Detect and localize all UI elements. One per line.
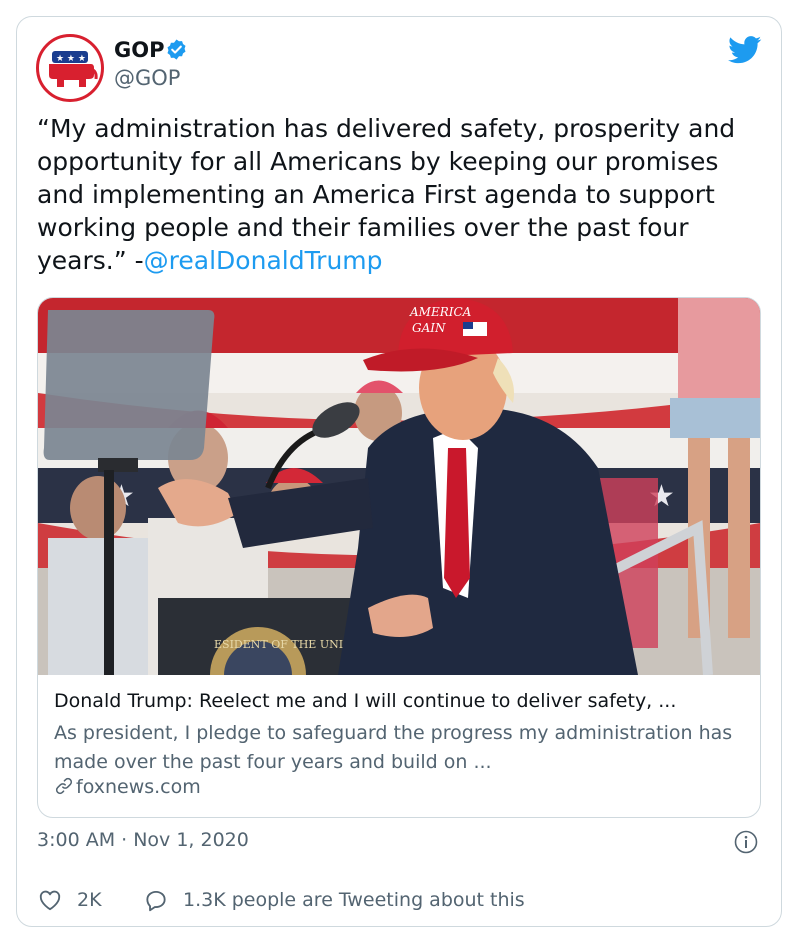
avatar[interactable]: ★ ★ ★ xyxy=(36,34,104,102)
tweet-body: “My administration has delivered safety,… xyxy=(37,114,736,275)
link-description: As president, I pledge to safeguard the … xyxy=(54,722,733,773)
tweet-text: “My administration has delivered safety,… xyxy=(37,112,765,277)
tweeting-count: 1.3K people are Tweeting about this xyxy=(183,889,525,911)
twitter-bird-icon[interactable] xyxy=(728,36,762,64)
speech-bubble-icon xyxy=(146,890,166,912)
like-count: 2K xyxy=(77,889,102,911)
handle[interactable]: @GOP xyxy=(114,66,180,90)
seal-text: ESIDENT OF THE UNI xyxy=(214,638,343,651)
link-preview-card[interactable]: ★★ ★★ ★ xyxy=(37,297,761,818)
article-image: ★★ ★★ ★ xyxy=(38,298,760,675)
display-name[interactable]: GOP xyxy=(114,38,164,62)
link-title[interactable]: Donald Trump: Reelect me and I will cont… xyxy=(54,690,676,712)
hat-text-line1: AMERICA xyxy=(409,305,472,319)
svg-text:★ ★ ★: ★ ★ ★ xyxy=(56,54,86,64)
tweet-timestamp[interactable]: 3:00 AM · Nov 1, 2020 xyxy=(37,829,249,851)
gop-elephant-logo: ★ ★ ★ xyxy=(49,51,98,87)
mention-link[interactable]: @realDonaldTrump xyxy=(144,246,383,275)
link-chain-icon xyxy=(55,777,73,795)
heart-icon xyxy=(39,890,61,911)
link-domain: foxnews.com xyxy=(76,776,201,798)
info-icon[interactable] xyxy=(734,830,758,854)
link-domain-row[interactable]: foxnews.com xyxy=(54,776,201,798)
hat-text-line2: GAIN xyxy=(412,321,446,335)
like-button[interactable]: 2K xyxy=(37,887,102,913)
tweeting-about-button[interactable]: 1.3K people are Tweeting about this xyxy=(143,887,525,913)
verified-badge-icon xyxy=(167,39,186,60)
